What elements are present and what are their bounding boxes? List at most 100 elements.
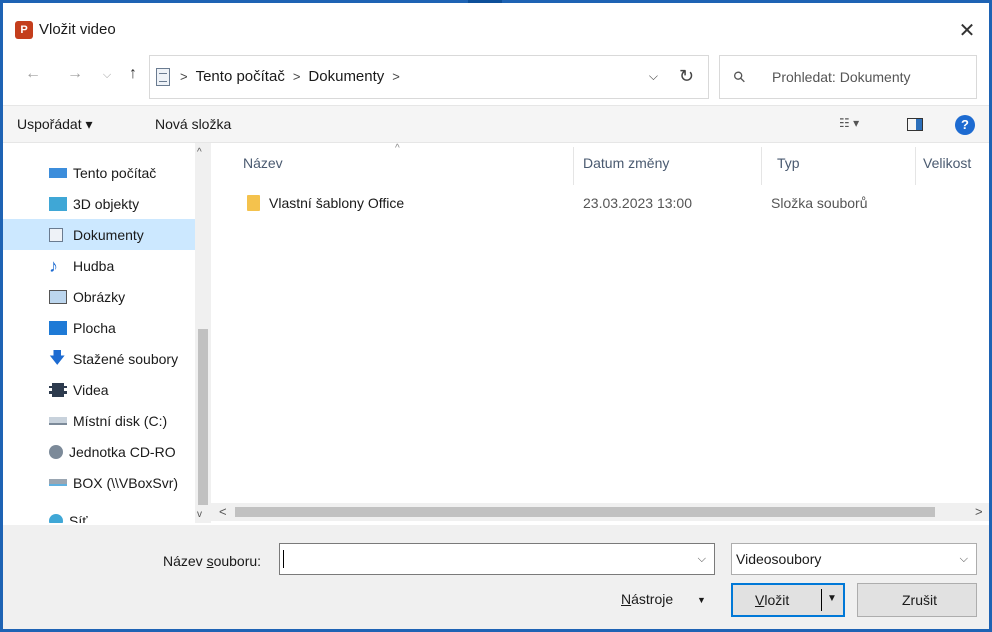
download-arrow-icon: 🡇 [49, 349, 66, 367]
search-placeholder: Prohledat: Dokumenty [772, 69, 911, 85]
column-header-name[interactable]: Název [243, 155, 283, 171]
table-row[interactable]: Vlastní šablony Office 23.03.2023 13:00 … [211, 189, 989, 219]
up-arrow-icon[interactable]: ↑ [123, 65, 143, 83]
filename-label-accelerator: s [206, 553, 214, 569]
nav-item-label: Místní disk (C:) [73, 412, 168, 429]
organize-button[interactable]: Uspořádat ▾ [17, 116, 93, 133]
scroll-up-icon[interactable]: ^ [197, 147, 202, 158]
scroll-down-icon[interactable]: v [197, 509, 202, 520]
nav-item-downloads[interactable]: 🡇 Stažené soubory [3, 343, 195, 374]
view-options-icon[interactable]: ☷ ▾ [839, 116, 859, 130]
nav-item-label: BOX (\\VBoxSvr) [73, 474, 179, 491]
nav-item-desktop[interactable]: Plocha [3, 312, 195, 343]
breadcrumb-separator-icon[interactable]: > [293, 69, 301, 84]
forward-arrow-icon[interactable]: → [65, 65, 85, 83]
dialog-title: Vložit video [39, 21, 116, 38]
recent-locations-chevron-icon[interactable]: ⌵ [97, 69, 117, 82]
search-icon: ⚲ [729, 67, 750, 88]
breadcrumb-documents[interactable]: Dokumenty [308, 68, 384, 85]
nav-item-this-pc[interactable]: Tento počítač [3, 157, 195, 188]
folder-icon [247, 195, 260, 211]
scroll-left-icon[interactable]: < [219, 504, 227, 519]
file-date: 23.03.2023 13:00 [583, 195, 692, 211]
breadcrumb-separator-icon[interactable]: > [392, 69, 400, 84]
list-horizontal-scrollbar[interactable]: < > [211, 503, 989, 521]
nav-item-cd-drive[interactable]: Jednotka CD-RO [3, 436, 195, 467]
tools-dropdown-icon[interactable]: ▼ [697, 595, 706, 605]
drive-icon [49, 416, 67, 425]
nav-item-label: Jednotka CD-RO [69, 443, 176, 460]
cd-drive-icon [49, 444, 63, 459]
sort-ascending-icon: ^ [395, 143, 400, 154]
help-icon[interactable]: ? [955, 115, 975, 135]
scroll-right-icon[interactable]: > [975, 504, 983, 519]
nav-vertical-scrollbar[interactable]: ^ v [195, 143, 211, 523]
title-bar: P Vložit video ✕ [3, 3, 989, 53]
picture-icon [49, 289, 67, 304]
address-bar[interactable]: > Tento počítač > Dokumenty > ⌵ ↻ [149, 55, 709, 99]
network-drive-icon [49, 479, 67, 486]
nav-item-label: Síť [69, 512, 88, 524]
file-type-filter-select[interactable]: Videosoubory ⌵ [731, 543, 977, 575]
nav-item-3d-objects[interactable]: 3D objekty [3, 188, 195, 219]
dialog-footer: Název souboru: ⌵ Videosoubory ⌵ Nástroje… [3, 525, 989, 629]
film-icon [49, 382, 67, 397]
insert-accelerator: V [755, 592, 765, 608]
breadcrumb-separator-icon[interactable]: > [180, 69, 188, 84]
navigation-pane: Tento počítač 3D objekty Dokumenty ♪ Hud… [3, 143, 211, 523]
filename-label: Název souboru: [163, 553, 261, 569]
document-icon [49, 227, 63, 242]
nav-item-pictures[interactable]: Obrázky [3, 281, 195, 312]
nav-item-label: 3D objekty [73, 195, 140, 212]
breadcrumb-this-pc[interactable]: Tento počítač [196, 68, 285, 85]
column-header-type[interactable]: Typ [777, 155, 800, 171]
cancel-button[interactable]: Zrušit [857, 583, 977, 617]
computer-icon [49, 167, 67, 178]
nav-item-documents[interactable]: Dokumenty [3, 219, 195, 250]
insert-button[interactable]: Vložit ▼ [731, 583, 845, 617]
nav-item-label: Hudba [73, 257, 115, 274]
close-icon[interactable]: ✕ [953, 17, 981, 45]
column-divider[interactable] [915, 147, 916, 185]
column-divider[interactable] [573, 147, 574, 185]
insert-options-dropdown-icon[interactable]: ▼ [827, 593, 837, 604]
address-history-chevron-icon[interactable]: ⌵ [649, 69, 658, 84]
tools-button[interactable]: Nástroje [621, 591, 673, 607]
filename-label-text-end: ouboru: [213, 553, 262, 569]
filename-history-chevron-icon[interactable]: ⌵ [698, 553, 706, 566]
list-scroll-thumb[interactable] [235, 507, 935, 517]
insert-label-rest: ložit [764, 592, 790, 608]
nav-scroll-thumb[interactable] [198, 329, 208, 505]
desktop-icon [49, 320, 67, 335]
tools-label: ástroje [631, 591, 674, 607]
preview-pane-icon[interactable] [907, 118, 923, 131]
new-folder-button[interactable]: Nová složka [155, 116, 231, 132]
column-header-date[interactable]: Datum změny [583, 155, 669, 171]
nav-item-local-disk[interactable]: Místní disk (C:) [3, 405, 195, 436]
cancel-button-label: Zrušit [902, 592, 937, 608]
refresh-icon[interactable]: ↻ [679, 66, 694, 87]
nav-item-music[interactable]: ♪ Hudba [3, 250, 195, 281]
column-header-size[interactable]: Velikost [923, 155, 971, 171]
nav-item-label: Tento počítač [73, 164, 157, 181]
powerpoint-icon: P [15, 21, 33, 39]
nav-item-network-drive[interactable]: BOX (\\VBoxSvr) [3, 467, 195, 498]
column-divider[interactable] [761, 147, 762, 185]
nav-item-label: Videa [73, 381, 109, 398]
nav-item-label: Obrázky [73, 288, 126, 305]
file-name: Vlastní šablony Office [269, 195, 405, 211]
nav-item-network[interactable]: Síť [3, 505, 195, 523]
filter-chevron-icon[interactable]: ⌵ [960, 553, 968, 566]
nav-item-label: Stažené soubory [73, 350, 179, 367]
nav-item-videos[interactable]: Videa [3, 374, 195, 405]
nav-item-label: Plocha [73, 319, 116, 336]
text-caret [283, 550, 284, 568]
split-divider [821, 589, 822, 611]
document-location-icon [156, 68, 170, 86]
music-note-icon: ♪ [49, 255, 58, 276]
filename-label-text: Název [163, 553, 207, 569]
search-box[interactable]: ⚲ Prohledat: Dokumenty [719, 55, 977, 99]
back-arrow-icon[interactable]: ← [23, 65, 43, 83]
filename-input[interactable]: ⌵ [279, 543, 715, 575]
nav-item-label: Dokumenty [73, 226, 144, 243]
